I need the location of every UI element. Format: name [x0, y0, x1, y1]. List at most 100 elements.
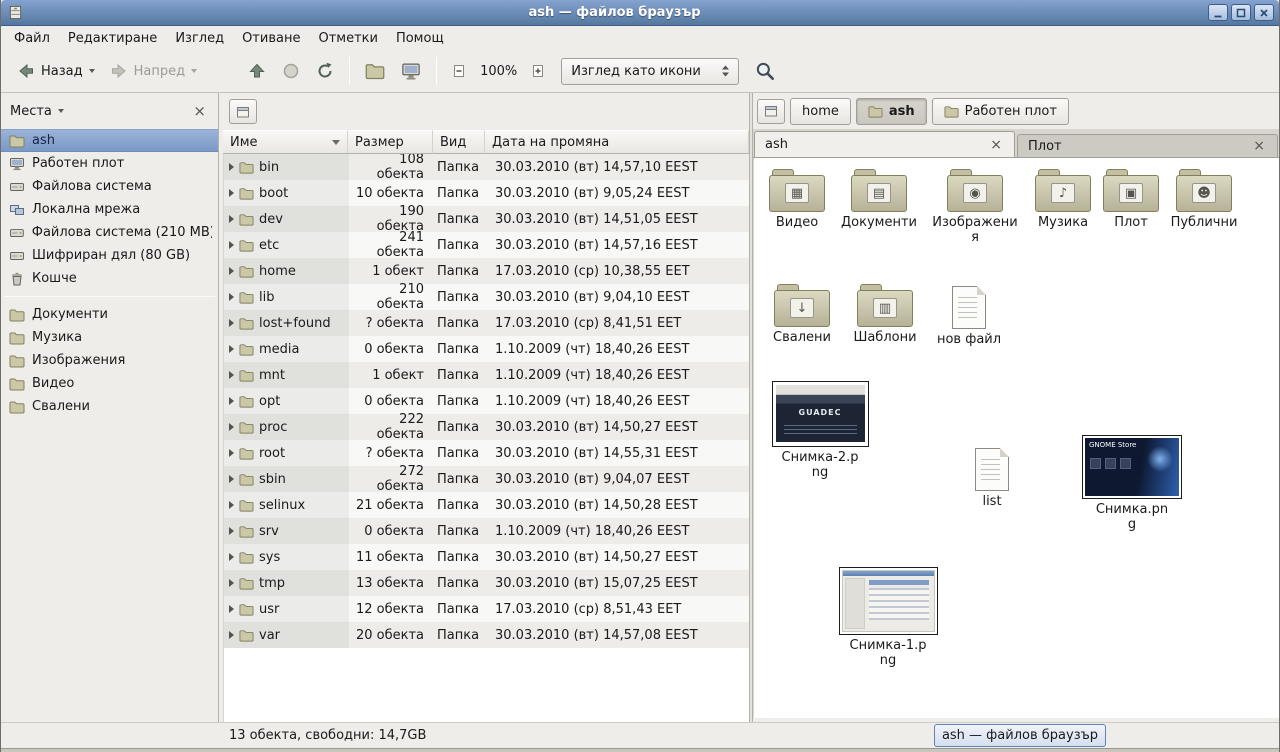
tab[interactable]: ash× — [754, 131, 1015, 157]
expander-icon[interactable] — [229, 449, 234, 457]
sidebar-item[interactable]: Свалени — [1, 395, 218, 418]
taskbar-window-button[interactable]: ash — файлов браузър — [934, 724, 1106, 747]
pane-location-button[interactable] — [229, 99, 257, 124]
sidebar-item[interactable]: Кошче — [1, 267, 218, 290]
expander-icon[interactable] — [229, 319, 234, 327]
icon-item[interactable]: ▥Шаблони — [842, 283, 928, 346]
tab-close-icon[interactable]: × — [1251, 139, 1267, 153]
icon-item[interactable]: ☻Публични — [1161, 168, 1247, 231]
table-row[interactable]: var20 обектаПапка30.03.2010 (вт) 14,57,0… — [224, 622, 749, 648]
close-button[interactable] — [1254, 4, 1274, 21]
column-header[interactable]: Име — [223, 130, 348, 154]
expander-icon[interactable] — [229, 241, 234, 249]
expander-icon[interactable] — [229, 475, 234, 483]
table-row[interactable]: proc222 обектаПапка30.03.2010 (вт) 14,50… — [224, 414, 749, 440]
home-folder-button[interactable] — [357, 55, 393, 87]
table-row[interactable]: etc241 обектаПапка30.03.2010 (вт) 14,57,… — [224, 232, 749, 258]
menu-item[interactable]: Отиване — [233, 28, 309, 49]
icon-item[interactable]: GNOME StoreСнимка.png — [1082, 435, 1182, 533]
view-mode-select[interactable]: Изглед като икони — [561, 58, 739, 85]
tab[interactable]: Плот× — [1017, 134, 1278, 157]
expander-icon[interactable] — [229, 345, 234, 353]
expander-icon[interactable] — [229, 605, 234, 613]
table-row[interactable]: dev190 обектаПапка30.03.2010 (вт) 14,51,… — [224, 206, 749, 232]
expander-icon[interactable] — [229, 189, 234, 197]
zoom-out-button[interactable] — [444, 57, 474, 85]
table-row[interactable]: lost+found? обектаПапка17.03.2010 (ср) 8… — [224, 310, 749, 336]
column-header[interactable]: Дата на промяна — [485, 130, 749, 154]
expander-icon[interactable] — [229, 215, 234, 223]
menu-item[interactable]: Отметки — [309, 28, 386, 49]
icon-item[interactable]: нов файл — [926, 286, 1012, 348]
path-button[interactable]: ash — [856, 98, 927, 125]
expander-icon[interactable] — [229, 553, 234, 561]
table-row[interactable]: selinux21 обектаПапка30.03.2010 (вт) 14,… — [224, 492, 749, 518]
stop-button[interactable] — [274, 55, 308, 87]
sidebar-item[interactable]: Файлова система — [1, 175, 218, 198]
icon-item[interactable]: Снимка-1.png — [838, 567, 938, 669]
expander-icon[interactable] — [229, 423, 234, 431]
column-header[interactable]: Размер — [348, 130, 433, 154]
reload-button[interactable] — [308, 55, 342, 87]
sidebar-item[interactable]: Локална мрежа — [1, 198, 218, 221]
sidebar-item[interactable]: Работен плот — [1, 152, 218, 175]
expander-icon[interactable] — [229, 293, 234, 301]
icon-item[interactable]: ◉Изображения — [932, 168, 1018, 246]
sidebar-item[interactable]: ash — [1, 129, 218, 152]
table-row[interactable]: media0 обектаПапка1.10.2009 (чт) 18,40,2… — [224, 336, 749, 362]
minimize-button[interactable] — [1208, 4, 1228, 21]
table-row[interactable]: usr12 обектаПапка17.03.2010 (ср) 8,51,43… — [224, 596, 749, 622]
expander-icon[interactable] — [229, 527, 234, 535]
search-button[interactable] — [747, 54, 783, 88]
back-button[interactable]: Назад — [9, 55, 102, 87]
expander-icon[interactable] — [229, 163, 234, 171]
sidebar-item[interactable]: Музика — [1, 326, 218, 349]
zoom-in-button[interactable] — [523, 57, 553, 85]
table-row[interactable]: root? обектаПапка30.03.2010 (вт) 14,55,3… — [224, 440, 749, 466]
icon-item[interactable]: ↓Свалени — [759, 283, 845, 346]
maximize-button[interactable] — [1231, 4, 1251, 21]
menu-item[interactable]: Изглед — [166, 28, 233, 49]
sidebar-item[interactable]: Документи — [1, 303, 218, 326]
table-row[interactable]: tmp13 обектаПапка30.03.2010 (вт) 15,07,2… — [224, 570, 749, 596]
expander-icon[interactable] — [229, 501, 234, 509]
table-row[interactable]: boot10 обектаПапка30.03.2010 (вт) 9,05,2… — [224, 180, 749, 206]
back-dropdown-icon[interactable] — [89, 69, 95, 73]
table-row[interactable]: opt0 обектаПапка1.10.2009 (чт) 18,40,26 … — [224, 388, 749, 414]
tab-close-icon[interactable]: × — [988, 138, 1004, 152]
expander-icon[interactable] — [229, 397, 234, 405]
path-button[interactable]: Работен плот — [932, 98, 1069, 125]
menu-item[interactable]: Помощ — [387, 28, 453, 49]
icon-item[interactable]: ▤Документи — [836, 168, 922, 231]
computer-button[interactable] — [393, 55, 429, 87]
sidebar-item[interactable]: Видео — [1, 372, 218, 395]
expander-icon[interactable] — [229, 579, 234, 587]
icon-view[interactable]: ▦Видео▤Документи◉Изображения♪Музика▣Плот… — [753, 158, 1279, 718]
sidebar-item[interactable]: Шифриран дял (80 GB) — [1, 244, 218, 267]
expander-icon[interactable] — [229, 631, 234, 639]
table-row[interactable]: sbin272 обектаПапка30.03.2010 (вт) 9,04,… — [224, 466, 749, 492]
sidebar-item[interactable]: Изображения — [1, 349, 218, 372]
table-row[interactable]: bin108 обектаПапка30.03.2010 (вт) 14,57,… — [224, 154, 749, 180]
table-row[interactable]: home1 обектПапка17.03.2010 (ср) 10,38,55… — [224, 258, 749, 284]
places-close-button[interactable]: × — [190, 103, 209, 120]
table-row[interactable]: lib210 обектаПапка30.03.2010 (вт) 9,04,1… — [224, 284, 749, 310]
icon-item[interactable]: GUADECСнимка-2.png — [770, 381, 870, 481]
icon-item[interactable]: ▦Видео — [754, 168, 840, 231]
expander-icon[interactable] — [229, 371, 234, 379]
table-row[interactable]: sys11 обектаПапка30.03.2010 (вт) 14,50,2… — [224, 544, 749, 570]
pane-location-button-2[interactable] — [757, 99, 785, 124]
path-button[interactable]: home — [790, 98, 851, 125]
places-dropdown-icon[interactable] — [58, 109, 64, 113]
icon-item[interactable]: list — [949, 448, 1035, 510]
table-row[interactable]: srv0 обектаПапка1.10.2009 (чт) 18,40,26 … — [224, 518, 749, 544]
expander-icon[interactable] — [229, 267, 234, 275]
menu-item[interactable]: Редактиране — [59, 28, 166, 49]
window-icon[interactable] — [6, 4, 24, 22]
table-row[interactable]: mnt1 обектПапка1.10.2009 (чт) 18,40,26 E… — [224, 362, 749, 388]
sidebar-item[interactable]: Файлова система (210 MB) — [1, 221, 218, 244]
forward-button[interactable]: Напред — [102, 55, 204, 87]
column-header[interactable]: Вид — [433, 130, 485, 154]
menu-item[interactable]: Файл — [5, 28, 59, 49]
up-button[interactable] — [240, 55, 274, 87]
